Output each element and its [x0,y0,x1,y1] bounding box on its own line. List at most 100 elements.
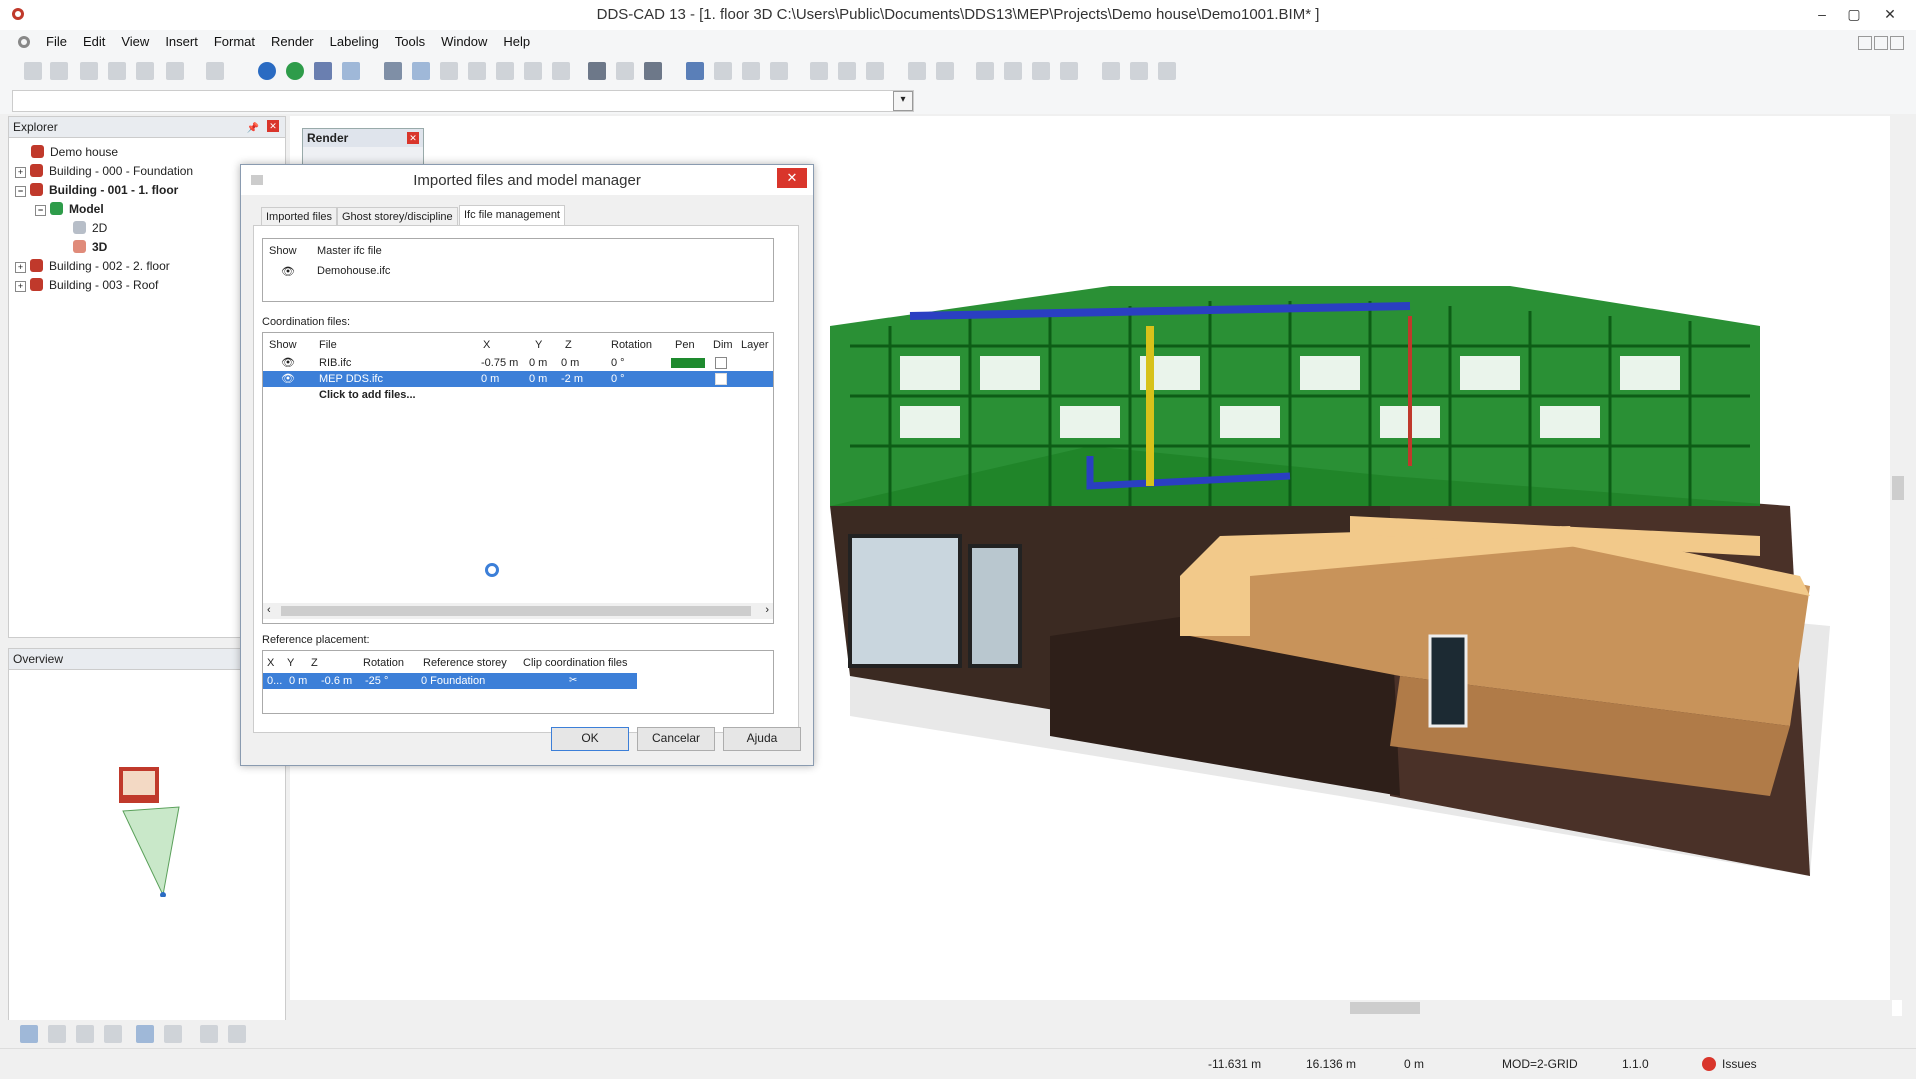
refresh-icon[interactable] [286,62,304,80]
pin-icon[interactable] [770,62,788,80]
edit-icon[interactable] [908,62,926,80]
stairs-icon[interactable] [742,62,760,80]
close-view-icon[interactable] [228,1025,246,1043]
menu-view[interactable]: View [113,30,157,54]
chevron-down-icon[interactable]: ▾ [893,91,913,111]
maximize-button[interactable]: ▢ [1834,2,1874,26]
visibility-icon[interactable] [552,62,570,80]
status-grid[interactable]: MOD=2-GRID [1502,1057,1578,1071]
print-icon[interactable] [108,62,126,80]
tree-item-2-floor[interactable]: + Building - 002 - 2. floor [15,259,170,273]
pin-icon[interactable]: 📌 [247,119,259,139]
door-icon[interactable] [866,62,884,80]
menu-window[interactable]: Window [433,30,495,54]
scroll-thumb[interactable] [1892,476,1904,500]
cursor-icon[interactable] [136,1025,154,1043]
mdi-close-button[interactable] [1890,36,1904,50]
tools-icon[interactable] [1060,62,1078,80]
ok-button[interactable]: OK [551,727,629,751]
table-row-selected[interactable]: 👁 MEP DDS.ifc 0 m 0 m -2 m 0 ° [263,371,773,387]
tab-imported-files[interactable]: Imported files [261,207,338,227]
globe-icon[interactable] [258,62,276,80]
app-menu-icon[interactable] [16,34,32,50]
menu-insert[interactable]: Insert [157,30,206,54]
group-icon[interactable] [1130,62,1148,80]
house-icon[interactable] [810,62,828,80]
lock-icon[interactable] [76,1025,94,1043]
view-icon[interactable] [496,62,514,80]
tree-item-2d[interactable]: 2D [73,221,107,235]
wall-icon[interactable] [838,62,856,80]
grid-icon[interactable] [588,62,606,80]
scroll-thumb[interactable] [281,606,751,616]
collapse-icon[interactable]: − [35,205,46,216]
eye-icon[interactable]: 👁 [281,372,295,385]
overview-map[interactable] [89,767,189,897]
filter-icon[interactable] [468,62,486,80]
window-icon[interactable] [200,1025,218,1043]
close-window-button[interactable]: ✕ [1870,2,1910,26]
align-icon[interactable] [1004,62,1022,80]
eye-icon[interactable]: 👁 [281,265,295,278]
grid-toggle-icon[interactable] [48,1025,66,1043]
collapse-icon[interactable]: − [15,186,26,197]
menu-help[interactable]: Help [495,30,538,54]
delete-icon[interactable] [936,62,954,80]
expand-icon[interactable]: + [15,262,26,273]
zoom-window-icon[interactable] [412,62,430,80]
layers-icon[interactable] [314,62,332,80]
zoom-icon[interactable] [384,62,402,80]
horizontal-scrollbar[interactable]: ‹ › [263,603,773,619]
ortho-icon[interactable] [104,1025,122,1043]
measure-icon[interactable] [714,62,732,80]
dim-checkbox[interactable] [715,357,727,369]
person-icon[interactable] [1032,62,1050,80]
copy-icon[interactable] [80,62,98,80]
tree-item-demo-house[interactable]: Demo house [31,145,118,159]
new-file-icon[interactable] [24,62,42,80]
eye-icon[interactable] [524,62,542,80]
menu-render[interactable]: Render [263,30,322,54]
scroll-left-icon[interactable]: ‹ [267,604,271,616]
expand-icon[interactable]: + [15,167,26,178]
menu-labeling[interactable]: Labeling [322,30,387,54]
tree-item-foundation[interactable]: + Building - 000 - Foundation [15,164,193,178]
insert-icon[interactable] [976,62,994,80]
redo-icon[interactable] [206,62,224,80]
add-files-link[interactable]: Click to add files... [319,389,416,401]
snap-icon[interactable] [20,1025,38,1043]
tree-item-roof[interactable]: + Building - 003 - Roof [15,278,158,292]
close-icon[interactable]: ✕ [777,168,807,188]
print-preview-icon[interactable] [136,62,154,80]
menu-file[interactable]: File [38,30,75,54]
tab-ghost-storey[interactable]: Ghost storey/discipline [337,207,458,227]
help-button[interactable]: Ajuda [723,727,801,751]
ungroup-icon[interactable] [1158,62,1176,80]
scissors-icon[interactable]: ✂ [569,675,577,686]
reference-row[interactable]: 0... 0 m -0.6 m -25 ° 0 Foundation ✂ [263,673,637,689]
dimension-icon[interactable] [644,62,662,80]
menu-edit[interactable]: Edit [75,30,113,54]
dim-checkbox[interactable] [715,373,727,385]
save-icon[interactable] [50,62,68,80]
axis-icon[interactable] [164,1025,182,1043]
mdi-restore-button[interactable] [1874,36,1888,50]
eye-icon[interactable]: 👁 [281,356,295,369]
distribute-icon[interactable] [1102,62,1120,80]
scroll-thumb[interactable] [1350,1002,1420,1014]
tree-item-3d[interactable]: 3D [73,240,107,254]
close-icon[interactable]: ✕ [267,120,279,132]
select-icon[interactable] [342,62,360,80]
issues-button[interactable]: Issues [1702,1057,1757,1071]
table-row[interactable]: 👁 RIB.ifc -0.75 m 0 m 0 m 0 ° [263,355,773,371]
scroll-right-icon[interactable]: › [765,604,769,616]
section-icon[interactable] [616,62,634,80]
command-input[interactable] [12,90,914,112]
tree-item-1-floor[interactable]: − Building - 001 - 1. floor [15,183,178,197]
undo-icon[interactable] [166,62,184,80]
pen-color-swatch[interactable] [671,358,705,368]
expand-icon[interactable]: + [15,281,26,292]
tab-ifc-file-management[interactable]: Ifc file management [459,205,565,227]
cancel-button[interactable]: Cancelar [637,727,715,751]
tree-item-model[interactable]: − Model [35,202,104,216]
